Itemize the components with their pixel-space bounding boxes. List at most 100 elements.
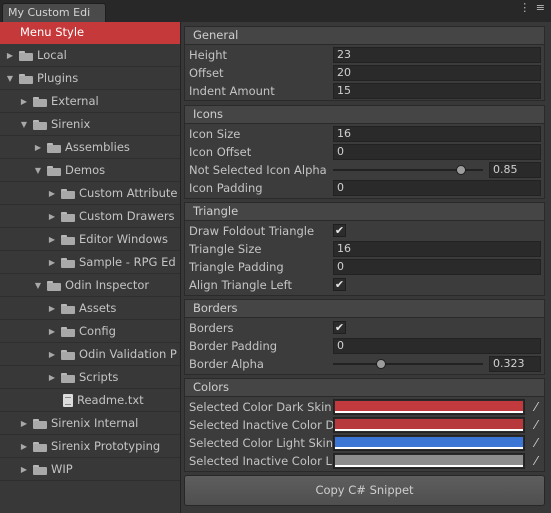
sidebar-item[interactable]: ▼ Sirenix [0, 114, 180, 136]
sidebar-item-label: Odin Inspector [65, 278, 150, 292]
icon-padding-label: Icon Padding [189, 181, 263, 195]
property-borders: Borders ✔ [189, 319, 544, 337]
eyedropper-icon[interactable]: ⁄ [529, 399, 543, 415]
collapsed-arrow-icon[interactable]: ▶ [19, 413, 29, 434]
sidebar-item[interactable]: ▶ Custom Drawers [0, 206, 180, 228]
collapsed-arrow-icon[interactable]: ▶ [47, 183, 57, 204]
border-alpha-slider-handle[interactable] [376, 359, 387, 369]
icon-offset-field[interactable]: 0 [333, 144, 541, 160]
folder-icon [61, 189, 75, 199]
sidebar-item[interactable]: ▼ Demos [0, 160, 180, 182]
collapsed-arrow-icon[interactable]: ▶ [47, 367, 57, 388]
folder-icon [61, 258, 75, 268]
selected-color-dark-skin-field[interactable] [333, 399, 525, 415]
collapsed-arrow-icon[interactable]: ▶ [5, 45, 15, 66]
property-selected-color-light-skin: Selected Color Light Skin ⁄ [189, 434, 544, 452]
borders-checkbox[interactable]: ✔ [333, 321, 346, 334]
border-alpha-label: Border Alpha [189, 357, 264, 371]
section-header-general[interactable]: General [184, 26, 545, 45]
section-header-icons[interactable]: Icons [184, 105, 545, 124]
folder-icon [61, 304, 75, 314]
section-header-triangle[interactable]: Triangle [184, 202, 545, 221]
expanded-arrow-icon[interactable]: ▼ [33, 160, 43, 181]
sidebar-item[interactable]: ▶ Sirenix Prototyping [0, 436, 180, 458]
folder-icon [33, 120, 47, 130]
collapsed-arrow-icon[interactable]: ▶ [47, 229, 57, 250]
selected-inactive-color-light-skin-field[interactable] [333, 453, 525, 469]
align-triangle-left-checkbox[interactable]: ✔ [333, 278, 346, 291]
settings-panel: General Height 23 Offset 20 Indent Amoun… [181, 22, 551, 513]
offset-field[interactable]: 20 [333, 65, 541, 81]
collapsed-arrow-icon[interactable]: ▶ [47, 298, 57, 319]
icon-alpha-label: Not Selected Icon Alpha [189, 163, 327, 177]
eyedropper-icon[interactable]: ⁄ [529, 453, 543, 469]
expanded-arrow-icon[interactable]: ▼ [5, 68, 15, 89]
sidebar-item[interactable]: ▶ Custom Attribute [0, 183, 180, 205]
selected-inactive-color-dark-skin-field[interactable] [333, 417, 525, 433]
collapsed-arrow-icon[interactable]: ▶ [47, 206, 57, 227]
copy-csharp-snippet-button[interactable]: Copy C# Snippet [184, 475, 545, 506]
border-alpha-field[interactable]: 0.323 [489, 356, 541, 372]
collapsed-arrow-icon[interactable]: ▶ [47, 344, 57, 365]
section-header-colors[interactable]: Colors [184, 378, 545, 397]
sidebar-item[interactable]: Readme.txt [0, 390, 180, 412]
sidebar-item-label: Odin Validation P [79, 347, 177, 361]
height-field[interactable]: 23 [333, 47, 541, 63]
sidebar-item-label: Sirenix [51, 117, 91, 131]
collapsed-arrow-icon[interactable]: ▶ [33, 137, 43, 158]
more-options-icon[interactable]: ⋮ [519, 1, 531, 14]
sidebar-item[interactable]: ▶ Sample - RPG Ed [0, 252, 180, 274]
sidebar-item[interactable]: ▶ Editor Windows [0, 229, 180, 251]
sidebar-item[interactable]: ▶ WIP [0, 459, 180, 481]
collapsed-arrow-icon[interactable]: ▶ [19, 436, 29, 457]
property-icon-offset: Icon Offset 0 [189, 143, 544, 161]
sidebar-item-label: Plugins [37, 71, 79, 85]
sidebar-item[interactable]: ▶ Scripts [0, 367, 180, 389]
sidebar-item[interactable]: ▶ Assets [0, 298, 180, 320]
icon-size-field[interactable]: 16 [333, 126, 541, 142]
border-alpha-slider[interactable] [333, 363, 483, 365]
icon-offset-label: Icon Offset [189, 145, 252, 159]
sidebar-item[interactable]: Menu Style [0, 22, 180, 44]
sidebar-item[interactable]: ▼ Plugins [0, 68, 180, 90]
folder-icon [19, 51, 33, 61]
offset-label: Offset [189, 66, 224, 80]
folder-icon [61, 235, 75, 245]
folder-icon [19, 74, 33, 84]
collapsed-arrow-icon[interactable]: ▶ [19, 91, 29, 112]
sidebar-item[interactable]: ▶ Sirenix Internal [0, 413, 180, 435]
sidebar-item[interactable]: ▶ Config [0, 321, 180, 343]
sidebar-item[interactable]: ▶ Local [0, 45, 180, 67]
title-bar: My Custom Edi ⋮ ≡ [0, 0, 551, 22]
expanded-arrow-icon[interactable]: ▼ [33, 275, 43, 296]
property-selected-inactive-color-light-skin: Selected Inactive Color Light Skin ⁄ [189, 452, 544, 470]
sidebar-item[interactable]: ▼ Odin Inspector [0, 275, 180, 297]
property-align-triangle-left: Align Triangle Left ✔ [189, 276, 544, 294]
sidebar-item-label: Scripts [79, 370, 119, 384]
collapsed-arrow-icon[interactable]: ▶ [47, 321, 57, 342]
sidebar-item-label: Demos [65, 163, 106, 177]
eyedropper-icon[interactable]: ⁄ [529, 417, 543, 433]
collapsed-arrow-icon[interactable]: ▶ [47, 252, 57, 273]
window-tab[interactable]: My Custom Edi [2, 3, 106, 22]
border-padding-field[interactable]: 0 [333, 338, 541, 354]
sidebar-item[interactable]: ▶ Assemblies [0, 137, 180, 159]
collapsed-arrow-icon[interactable]: ▶ [19, 459, 29, 480]
icon-padding-field[interactable]: 0 [333, 180, 541, 196]
expanded-arrow-icon[interactable]: ▼ [19, 114, 29, 135]
icon-alpha-field[interactable]: 0.85 [489, 162, 541, 178]
triangle-size-label: Triangle Size [189, 242, 262, 256]
sidebar-item[interactable]: ▶ Odin Validation P [0, 344, 180, 366]
selected-color-light-skin-field[interactable] [333, 435, 525, 451]
indent-amount-field[interactable]: 15 [333, 83, 541, 99]
sidebar-item[interactable]: ▶ External [0, 91, 180, 113]
folder-icon [61, 212, 75, 222]
icon-alpha-slider-handle[interactable] [455, 165, 466, 175]
section-header-borders[interactable]: Borders [184, 299, 545, 318]
eyedropper-icon[interactable]: ⁄ [529, 435, 543, 451]
draw-foldout-triangle-checkbox[interactable]: ✔ [333, 224, 346, 237]
triangle-padding-field[interactable]: 0 [333, 259, 541, 275]
selected-color-dark-skin-label: Selected Color Dark Skin [189, 400, 332, 414]
menu-icon[interactable]: ≡ [536, 1, 546, 14]
triangle-size-field[interactable]: 16 [333, 241, 541, 257]
